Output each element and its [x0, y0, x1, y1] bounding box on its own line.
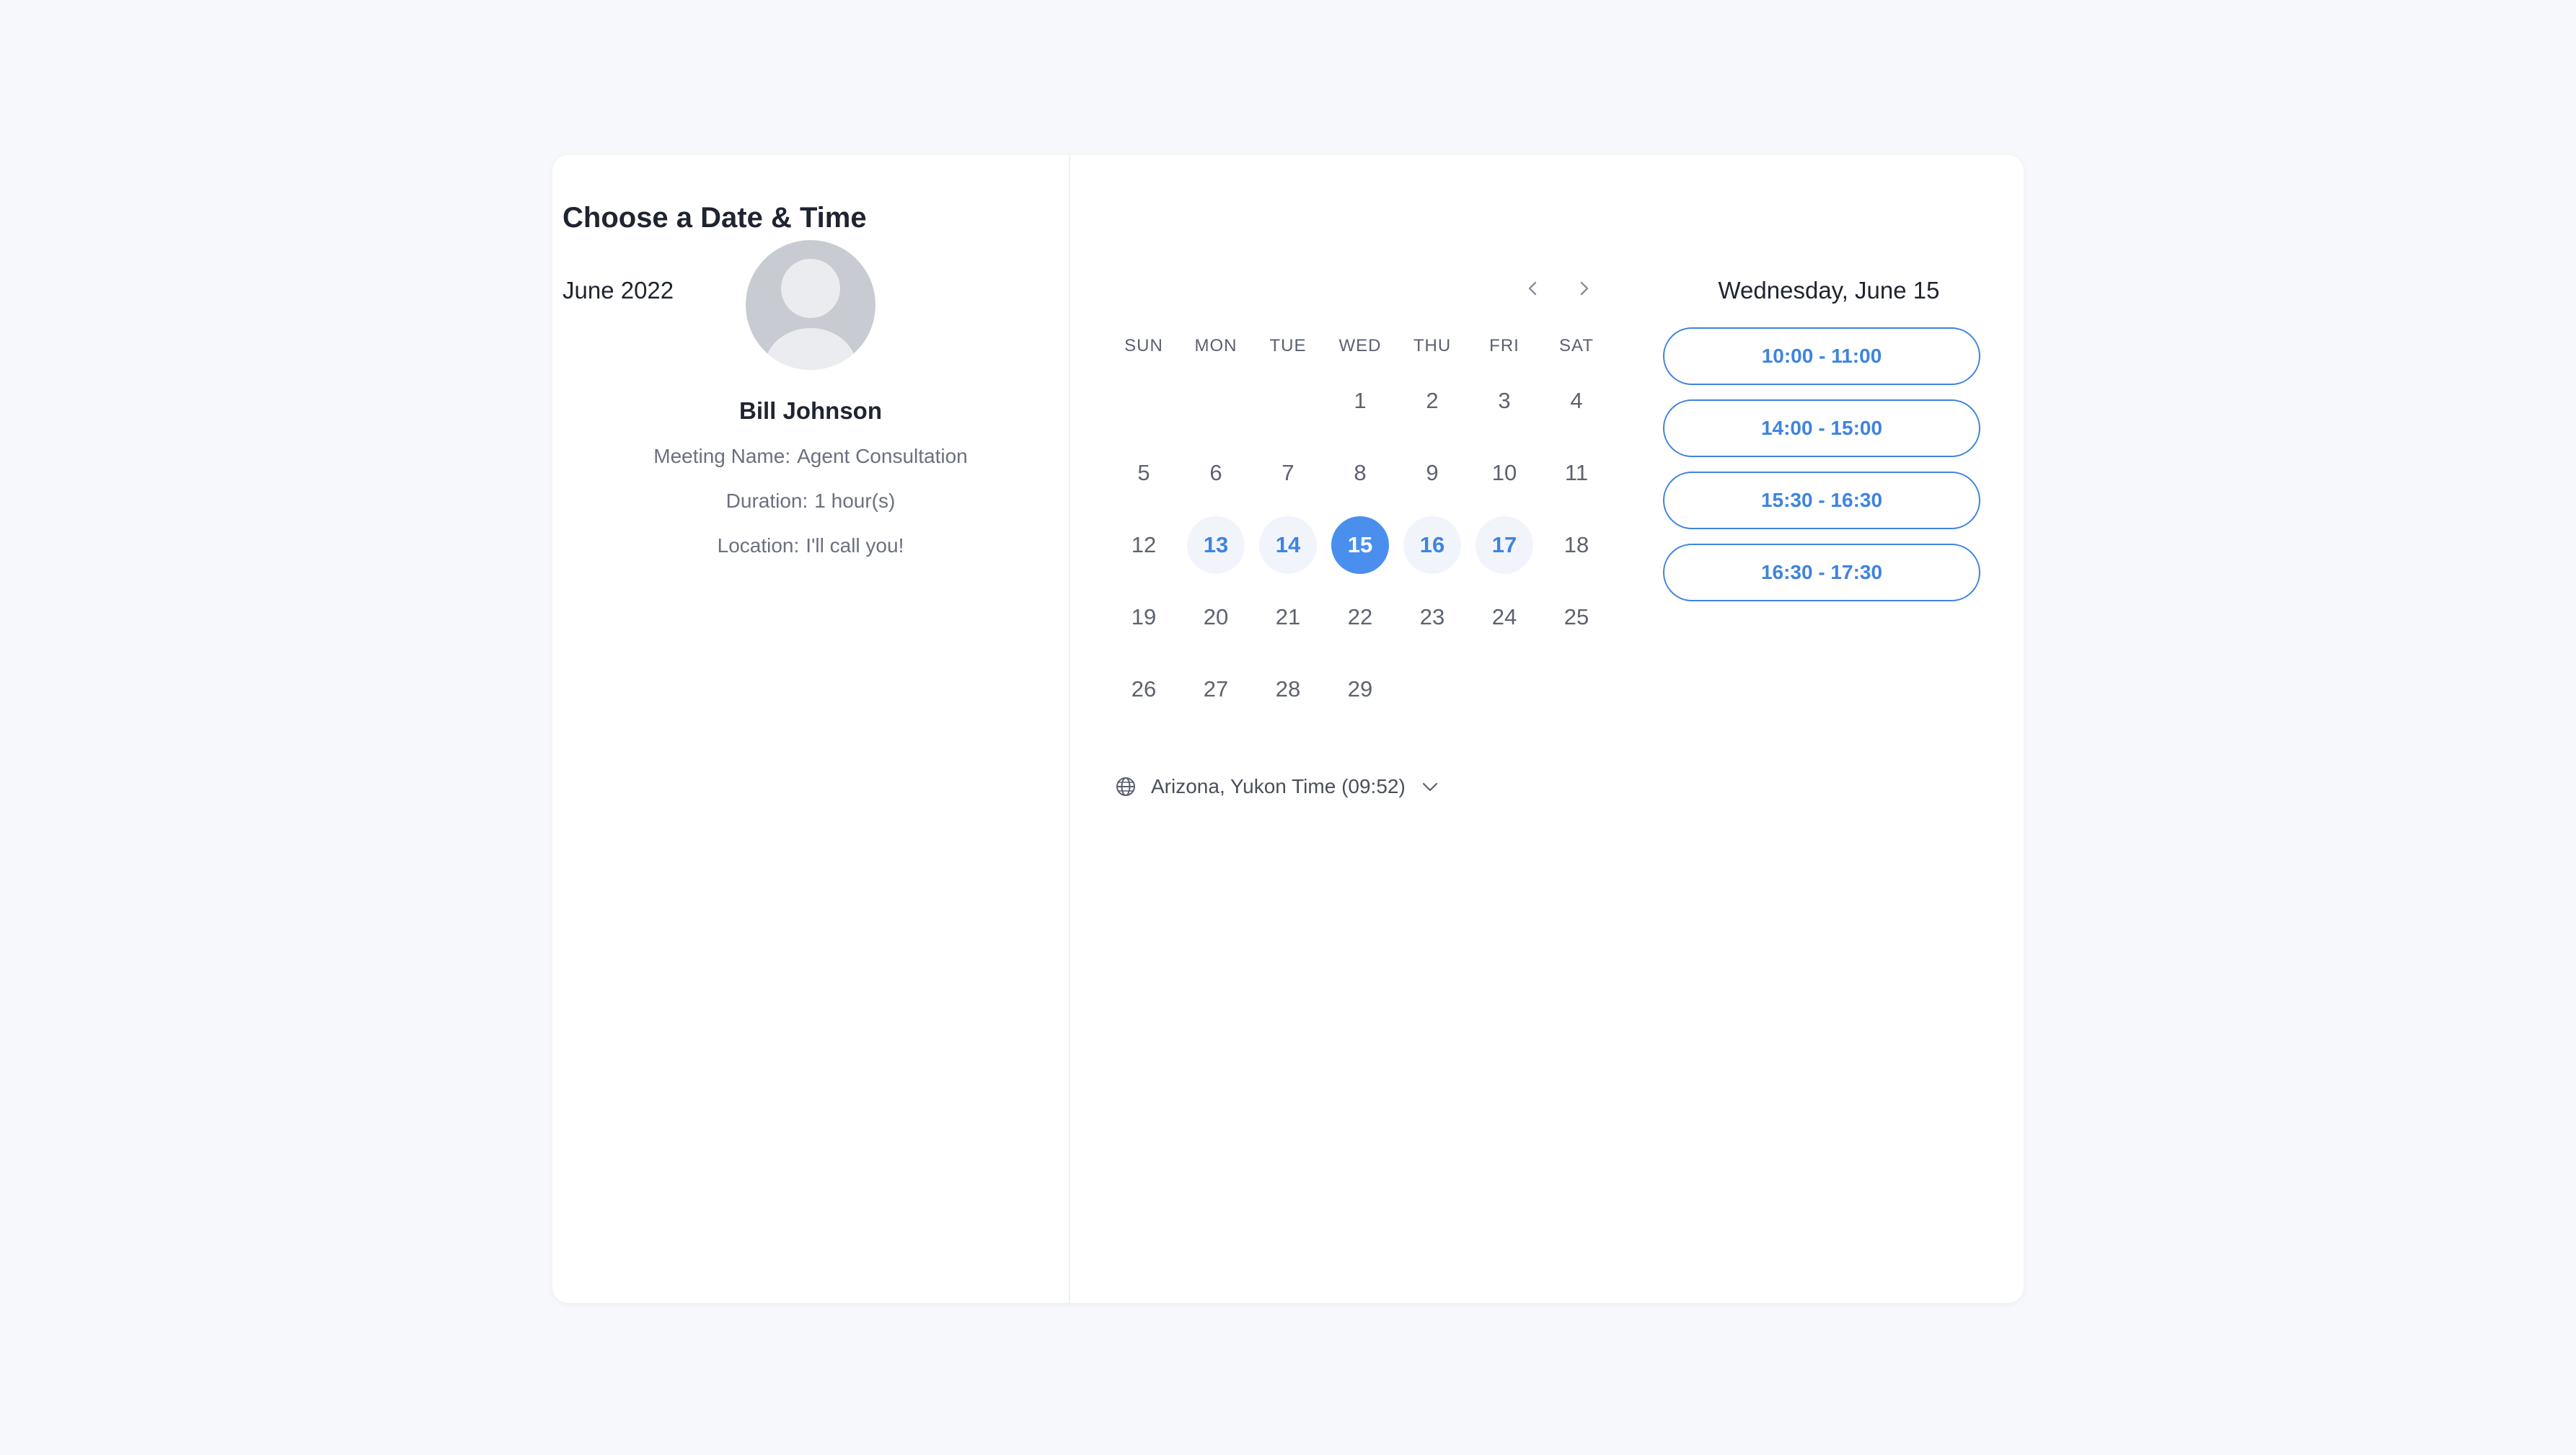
- calendar-day: 12: [1131, 532, 1157, 557]
- calendar-day: 23: [1419, 604, 1445, 629]
- meeting-name-line: Meeting Name: Agent Consultation: [653, 445, 967, 468]
- host-profile-panel: Bill Johnson Meeting Name: Agent Consulta…: [552, 155, 1070, 1303]
- calendar-day: 24: [1491, 604, 1517, 629]
- chevron-left-icon: [1528, 281, 1537, 296]
- calendar-day-selected[interactable]: 15: [1331, 516, 1389, 574]
- weekday-sun: SUN: [1124, 336, 1163, 355]
- next-month-button[interactable]: [1569, 274, 1598, 303]
- calendar-day-available[interactable]: 16: [1403, 516, 1461, 574]
- calendar-day: 27: [1203, 676, 1229, 702]
- calendar-day: 2: [1426, 388, 1439, 413]
- calendar-day: 19: [1131, 604, 1157, 629]
- weekday-fri: FRI: [1489, 336, 1519, 355]
- calendar-day: 29: [1347, 676, 1373, 702]
- calendar-day: 21: [1275, 604, 1301, 629]
- calendar-day: 25: [1563, 604, 1589, 629]
- prev-month-button[interactable]: [1519, 274, 1548, 303]
- duration-line: Duration: 1 hour(s): [726, 490, 896, 513]
- calendar-day: 28: [1275, 676, 1301, 702]
- duration-value: 1 hour(s): [814, 490, 896, 512]
- calendar-day-available[interactable]: 13: [1187, 516, 1245, 574]
- calendar-day: 20: [1203, 604, 1229, 629]
- calendar-day: 18: [1563, 532, 1589, 557]
- weekday-tue: TUE: [1269, 336, 1307, 355]
- selected-date-label: Wednesday, June 15: [1718, 277, 1940, 304]
- calendar-day: 8: [1354, 460, 1367, 485]
- calendar-day: 22: [1347, 604, 1373, 629]
- chevron-right-icon: [1580, 281, 1589, 296]
- avatar-body: [764, 328, 857, 370]
- location-label: Location:: [717, 534, 800, 557]
- weekday-mon: MON: [1194, 336, 1238, 355]
- avatar: [746, 240, 875, 370]
- calendar-day: 3: [1498, 388, 1511, 413]
- time-slot-button[interactable]: 10:00 - 11:00: [1663, 327, 1980, 385]
- timezone-label: Arizona, Yukon Time (09:52): [1151, 775, 1406, 797]
- month-label: June 2022: [563, 277, 674, 304]
- weekday-thu: THU: [1413, 336, 1452, 355]
- time-slot-button[interactable]: 15:30 - 16:30: [1663, 472, 1980, 529]
- calendar-day: 26: [1131, 676, 1157, 702]
- meeting-name-label: Meeting Name:: [653, 445, 791, 467]
- location-line: Location: I'll call you!: [718, 534, 904, 557]
- page-title: Choose a Date & Time: [563, 202, 867, 234]
- globe-icon: [1116, 777, 1135, 796]
- weekday-sat: SAT: [1559, 336, 1594, 355]
- avatar-head: [781, 259, 840, 318]
- chevron-down-icon: [1422, 782, 1437, 792]
- timezone-selector[interactable]: Arizona, Yukon Time (09:52): [1115, 775, 1440, 798]
- calendar-day: 4: [1570, 388, 1583, 413]
- calendar-day-available[interactable]: 17: [1476, 516, 1533, 574]
- calendar-day-available[interactable]: 14: [1259, 516, 1317, 574]
- meeting-name-value: Agent Consultation: [797, 445, 968, 467]
- calendar-day: 11: [1564, 460, 1589, 485]
- calendar-day: 9: [1426, 460, 1439, 485]
- time-slot-button[interactable]: 16:30 - 17:30: [1663, 544, 1980, 601]
- weekday-wed: WED: [1338, 336, 1382, 355]
- duration-label: Duration:: [725, 490, 808, 512]
- calendar-day: 6: [1209, 460, 1222, 485]
- calendar-day: 7: [1282, 460, 1294, 485]
- calendar-day: 5: [1137, 460, 1150, 485]
- calendar-day: 10: [1491, 460, 1517, 485]
- calendar-day: 1: [1354, 388, 1367, 413]
- host-name: Bill Johnson: [739, 397, 882, 424]
- time-slot-button[interactable]: 14:00 - 15:00: [1663, 399, 1980, 457]
- location-value: I'll call you!: [806, 534, 904, 557]
